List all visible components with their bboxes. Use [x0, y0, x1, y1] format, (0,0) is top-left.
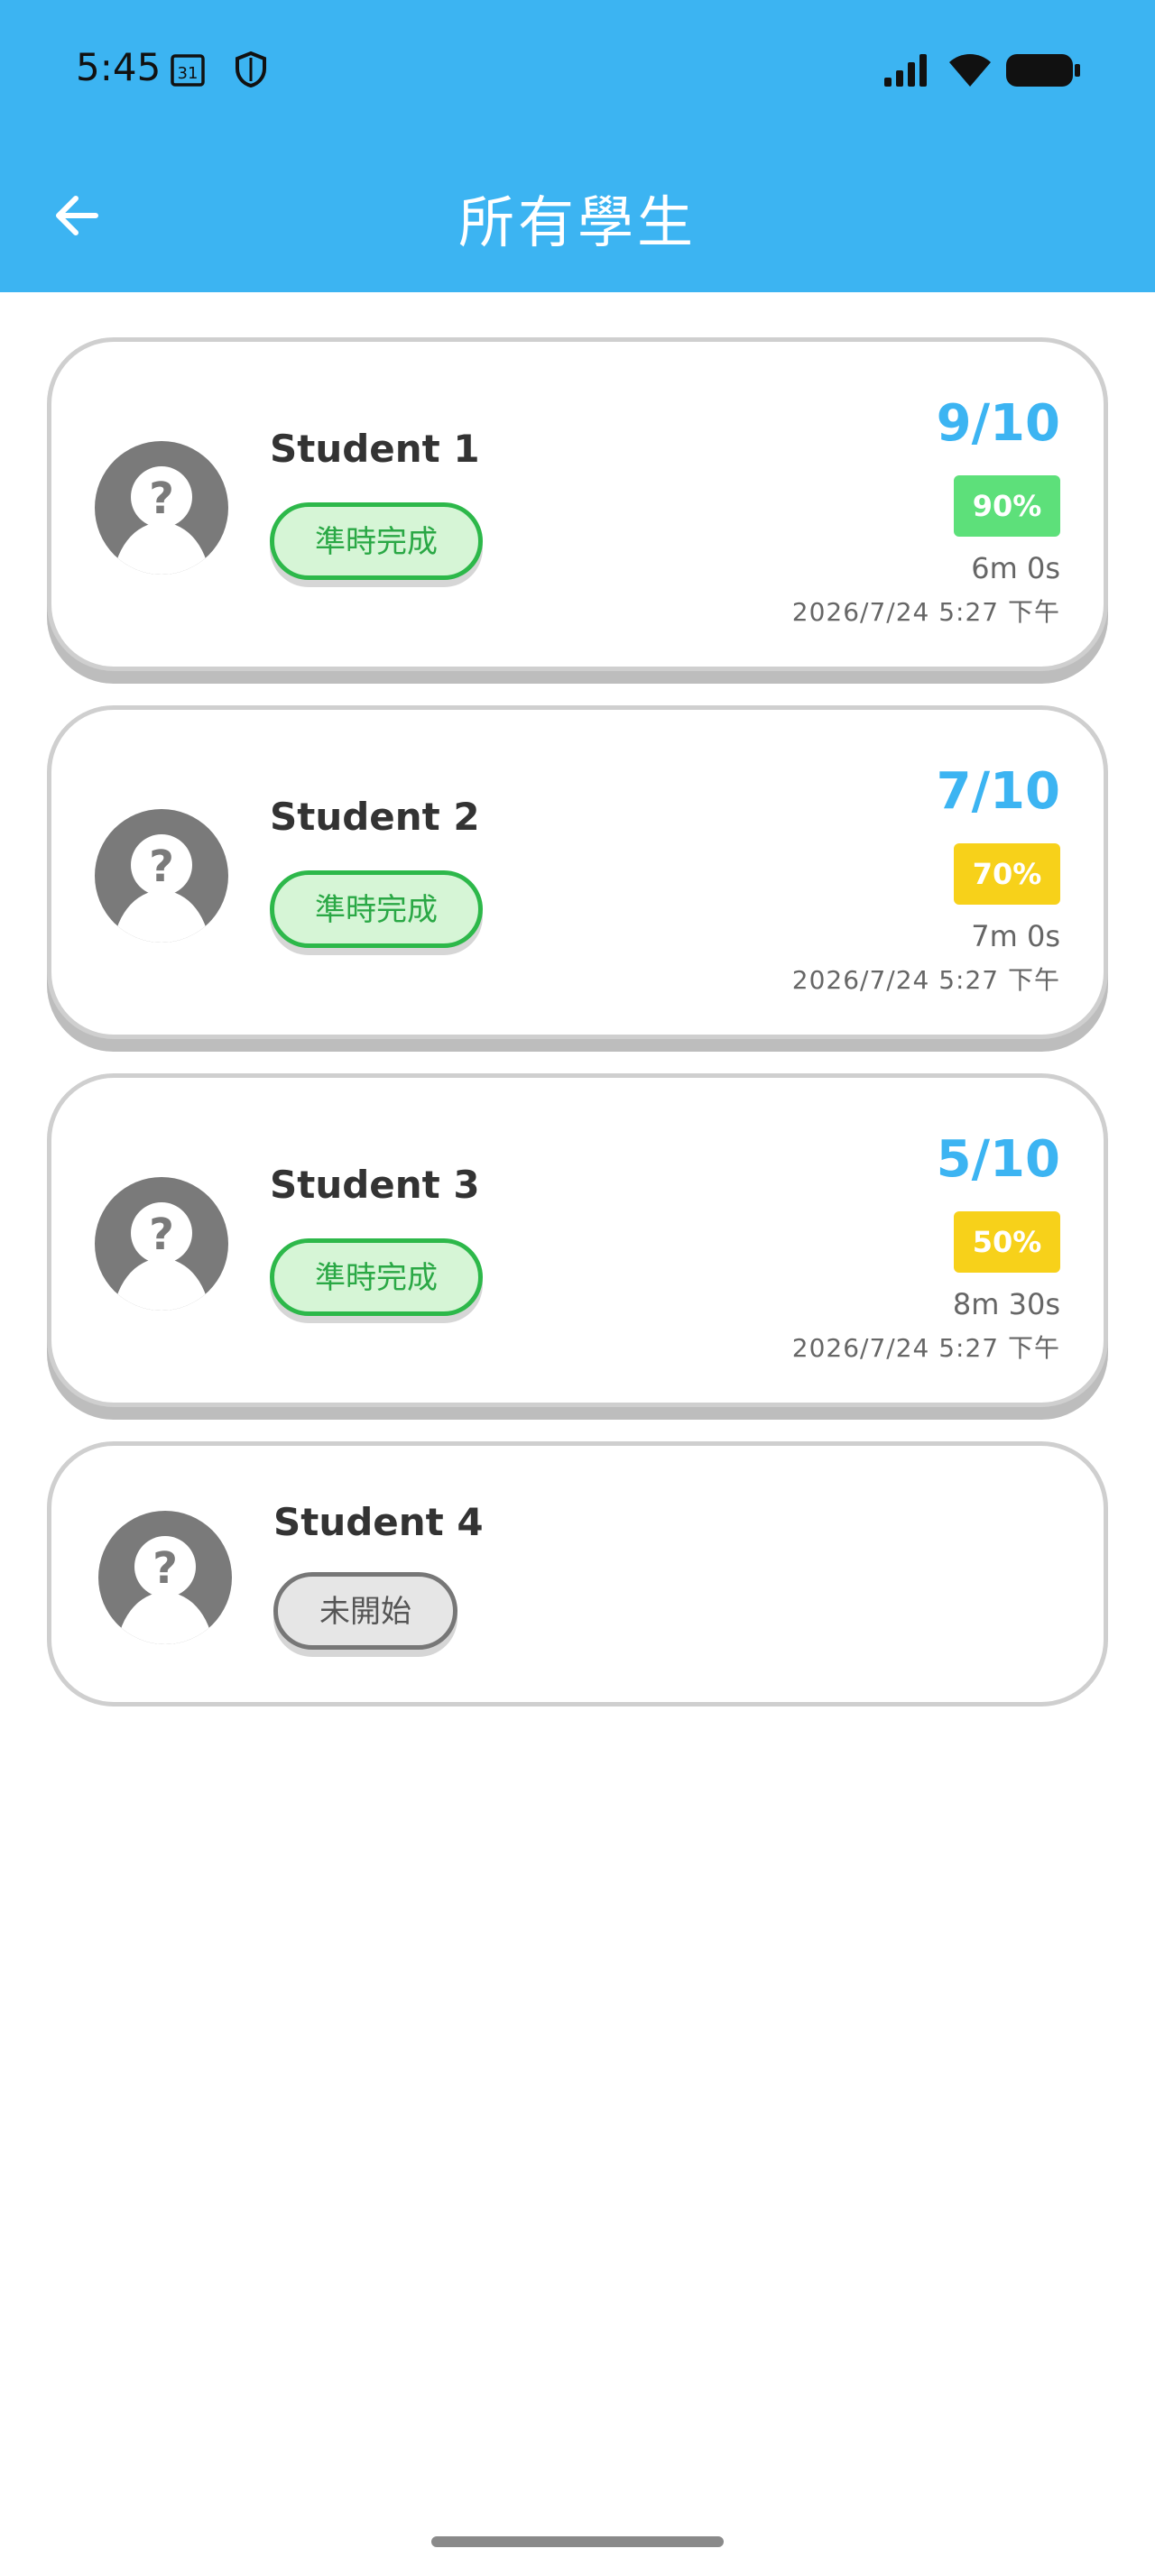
svg-text:?: ?: [149, 1210, 174, 1260]
percent-badge: 90%: [954, 475, 1060, 537]
student-card[interactable]: ? Student 2 準時完成 7/10 70% 7m 0s 2026/7/2…: [47, 705, 1108, 1039]
app-bar: 5:45 31 所有學生: [0, 0, 1155, 292]
score: 5/10: [936, 1130, 1060, 1189]
duration: 7m 0s: [971, 919, 1060, 953]
calendar-icon: 31: [171, 54, 205, 87]
status-badge: 準時完成: [270, 1238, 483, 1316]
battery-icon: [1006, 54, 1080, 87]
submitted-datetime: 2026/7/24 5:27 下午: [791, 597, 1060, 627]
status-badge: 未開始: [273, 1572, 457, 1650]
submitted-datetime: 2026/7/24 5:27 下午: [791, 965, 1060, 995]
student-name: Student 1: [270, 427, 480, 471]
avatar-placeholder-icon: ?: [98, 1511, 232, 1644]
shield-icon: [236, 51, 266, 88]
status-bar: 5:45 31: [0, 0, 1155, 141]
student-name: Student 2: [270, 795, 480, 839]
percent-badge: 50%: [954, 1211, 1060, 1273]
score: 7/10: [936, 762, 1060, 821]
page-title: 所有學生: [457, 189, 697, 255]
svg-text:?: ?: [149, 842, 174, 892]
svg-text:?: ?: [152, 1543, 178, 1594]
avatar-placeholder-icon: ?: [95, 809, 228, 943]
student-card[interactable]: ? Student 4 未開始: [47, 1441, 1108, 1707]
duration: 6m 0s: [971, 551, 1060, 585]
home-indicator[interactable]: [431, 2536, 724, 2547]
duration: 8m 30s: [952, 1287, 1060, 1321]
status-time: 5:45: [76, 45, 162, 89]
score: 9/10: [936, 394, 1060, 453]
student-name: Student 3: [270, 1163, 480, 1207]
avatar-placeholder-icon: ?: [95, 1177, 228, 1311]
svg-text:?: ?: [149, 474, 174, 524]
avatar-placeholder-icon: ?: [95, 441, 228, 575]
status-badge: 準時完成: [270, 870, 483, 948]
signal-icon: [884, 54, 927, 87]
student-name: Student 4: [273, 1500, 484, 1544]
submitted-datetime: 2026/7/24 5:27 下午: [791, 1333, 1060, 1363]
student-card[interactable]: ? Student 1 準時完成 9/10 90% 6m 0s 2026/7/2…: [47, 337, 1108, 671]
calendar-day: 31: [178, 64, 199, 83]
percent-badge: 70%: [954, 843, 1060, 905]
wifi-icon: [949, 54, 991, 87]
student-card[interactable]: ? Student 3 準時完成 5/10 50% 8m 30s 2026/7/…: [47, 1073, 1108, 1407]
status-badge: 準時完成: [270, 502, 483, 580]
